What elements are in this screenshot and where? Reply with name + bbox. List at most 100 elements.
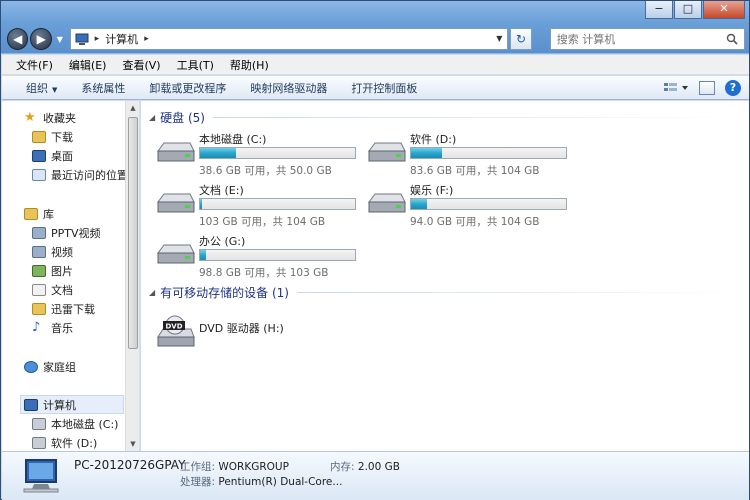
refresh-button[interactable]: ↻ bbox=[510, 28, 532, 50]
details-pane: PC-20120726GPAY 工作组: WORKGROUP 内存: 2.00 … bbox=[2, 451, 749, 500]
history-dropdown[interactable]: ▼ bbox=[54, 35, 66, 44]
nav-libraries[interactable]: 库 bbox=[24, 204, 139, 223]
homegroup-icon bbox=[24, 360, 38, 373]
address-dropdown-icon[interactable]: ▼ bbox=[491, 29, 507, 49]
nav-label: 家庭组 bbox=[43, 360, 76, 374]
nav-xunlei[interactable]: 迅雷下载 bbox=[32, 299, 139, 318]
uninstall-button[interactable]: 卸载或更改程序 bbox=[137, 80, 238, 96]
video-library-icon bbox=[32, 226, 46, 239]
explorer-window: − □ ✕ ◀ ▶ ▼ ▸ 计算机 ▸ ▼ ↻ 搜索 计算机 文件(F) 编辑(… bbox=[0, 0, 750, 500]
control-panel-button[interactable]: 打开控制面板 bbox=[339, 80, 429, 96]
library-icon bbox=[24, 207, 38, 220]
nav-scrollbar[interactable]: ▲ ▼ bbox=[125, 101, 139, 451]
menu-tools[interactable]: 工具(T) bbox=[169, 57, 222, 73]
menu-view[interactable]: 查看(V) bbox=[114, 57, 168, 73]
nav-recent-places[interactable]: 最近访问的位置 bbox=[32, 165, 139, 184]
system-properties-button[interactable]: 系统属性 bbox=[69, 80, 137, 96]
nav-label: 收藏夹 bbox=[43, 111, 76, 125]
nav-video[interactable]: 视频 bbox=[32, 242, 139, 261]
menu-help[interactable]: 帮助(H) bbox=[222, 57, 277, 73]
forward-button[interactable]: ▶ bbox=[30, 28, 52, 50]
address-bar[interactable]: ▸ 计算机 ▸ ▼ bbox=[69, 28, 509, 50]
capacity-fill bbox=[200, 148, 236, 158]
nav-label: 迅雷下载 bbox=[51, 302, 95, 316]
drive-item[interactable]: 软件 (D:) 83.6 GB 可用，共 104 GB bbox=[366, 131, 581, 181]
nav-drive-c[interactable]: 本地磁盘 (C:) bbox=[32, 414, 139, 433]
drive-name: DVD 驱动器 (H:) bbox=[199, 322, 284, 335]
downloads-folder-icon bbox=[32, 130, 46, 143]
workgroup-value: WORKGROUP bbox=[218, 461, 289, 473]
drive-name: 本地磁盘 (C:) bbox=[199, 133, 267, 146]
nav-music[interactable]: ♪ 音乐 bbox=[32, 318, 139, 337]
drive-name: 娱乐 (F:) bbox=[410, 184, 454, 197]
maximize-button[interactable]: □ bbox=[674, 1, 702, 19]
nav-label: PPTV视频 bbox=[51, 226, 101, 240]
group-header-removable[interactable]: ◢ 有可移动存储的设备 (1) bbox=[149, 284, 739, 301]
search-box[interactable] bbox=[549, 28, 745, 50]
nav-computer[interactable]: 计算机 bbox=[20, 395, 124, 414]
drive-name: 文档 (E:) bbox=[199, 184, 244, 197]
nav-label: 最近访问的位置 bbox=[51, 168, 128, 182]
drive-item[interactable]: 本地磁盘 (C:) 38.6 GB 可用，共 50.0 GB bbox=[155, 131, 370, 181]
nav-desktop[interactable]: 桌面 bbox=[32, 146, 139, 165]
breadcrumb-separator[interactable]: ▸ bbox=[95, 34, 100, 44]
drive-item[interactable]: 办公 (G:) 98.8 GB 可用，共 103 GB bbox=[155, 233, 370, 283]
help-icon[interactable]: ? bbox=[725, 79, 741, 96]
nav-drive-d[interactable]: 软件 (D:) bbox=[32, 433, 139, 451]
capacity-bar bbox=[199, 198, 356, 210]
menu-edit[interactable]: 编辑(E) bbox=[61, 57, 115, 73]
map-drive-button[interactable]: 映射网络驱动器 bbox=[238, 80, 339, 96]
hard-drive-icon bbox=[32, 417, 46, 430]
capacity-bar bbox=[410, 198, 567, 210]
menu-file[interactable]: 文件(F) bbox=[8, 57, 61, 73]
scroll-down-icon[interactable]: ▼ bbox=[126, 437, 139, 451]
drive-name: 软件 (D:) bbox=[410, 133, 457, 146]
hard-drive-icon bbox=[368, 142, 406, 162]
nav-favorites[interactable]: ★ 收藏夹 bbox=[24, 108, 139, 127]
collapse-icon[interactable]: ◢ bbox=[149, 288, 155, 297]
preview-pane-icon[interactable] bbox=[699, 80, 715, 95]
capacity-fill bbox=[411, 199, 427, 209]
nav-downloads[interactable]: 下载 bbox=[32, 127, 139, 146]
drive-capacity-text: 38.6 GB 可用，共 50.0 GB bbox=[199, 165, 332, 177]
nav-homegroup[interactable]: 家庭组 bbox=[24, 357, 139, 376]
computer-name: PC-20120726GPAY bbox=[74, 458, 186, 472]
hard-drive-icon bbox=[32, 436, 46, 449]
drive-capacity-text: 103 GB 可用，共 104 GB bbox=[199, 216, 326, 228]
computer-icon bbox=[24, 398, 38, 411]
scroll-thumb[interactable] bbox=[128, 117, 138, 349]
breadcrumb-separator[interactable]: ▸ bbox=[144, 34, 149, 44]
documents-icon bbox=[32, 283, 46, 296]
collapse-icon[interactable]: ◢ bbox=[149, 113, 155, 122]
computer-icon bbox=[75, 33, 89, 45]
dvd-badge: DVD bbox=[165, 323, 182, 331]
breadcrumb-computer[interactable]: 计算机 bbox=[105, 31, 138, 47]
search-icon bbox=[726, 33, 738, 45]
drive-item[interactable]: 娱乐 (F:) 94.0 GB 可用，共 104 GB bbox=[366, 182, 581, 232]
desktop-icon bbox=[32, 149, 46, 162]
pictures-icon bbox=[32, 264, 46, 277]
workgroup-label: 工作组: bbox=[180, 461, 216, 473]
minimize-button[interactable]: − bbox=[645, 1, 673, 19]
group-divider bbox=[212, 117, 739, 118]
group-header-hard-disks[interactable]: ◢ 硬盘 (5) bbox=[149, 109, 739, 126]
drive-item[interactable]: 文档 (E:) 103 GB 可用，共 104 GB bbox=[155, 182, 370, 232]
scroll-up-icon[interactable]: ▲ bbox=[126, 101, 139, 115]
memory-label: 内存: bbox=[330, 461, 355, 473]
capacity-fill bbox=[200, 250, 207, 260]
nav-pptv[interactable]: PPTV视频 bbox=[32, 223, 139, 242]
search-input[interactable] bbox=[556, 32, 726, 46]
processor-value: Pentium(R) Dual-Core... bbox=[218, 476, 343, 488]
dvd-drive-item[interactable]: DVD DVD 驱动器 (H:) bbox=[155, 315, 370, 365]
computer-icon bbox=[23, 459, 59, 493]
workgroup-field: 工作组: WORKGROUP bbox=[180, 459, 289, 474]
processor-field: 处理器: Pentium(R) Dual-Core... bbox=[180, 474, 342, 489]
nav-pictures[interactable]: 图片 bbox=[32, 261, 139, 280]
back-button[interactable]: ◀ bbox=[7, 28, 29, 50]
nav-documents[interactable]: 文档 bbox=[32, 280, 139, 299]
view-options-icon[interactable] bbox=[663, 81, 689, 95]
caption-buttons: − □ ✕ bbox=[645, 1, 745, 19]
close-button[interactable]: ✕ bbox=[703, 1, 745, 19]
menu-bar: 文件(F) 编辑(E) 查看(V) 工具(T) 帮助(H) bbox=[2, 55, 749, 75]
organize-button[interactable]: 组织 ▼ bbox=[14, 80, 69, 96]
